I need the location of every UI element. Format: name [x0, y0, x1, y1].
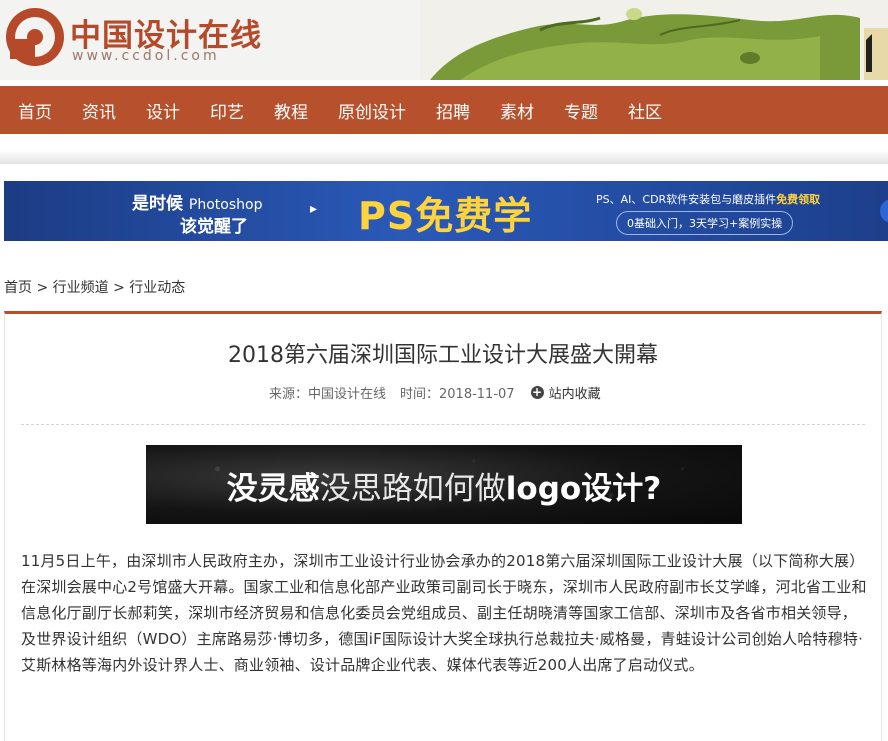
ad-text-light: 没思路如何做 [319, 471, 506, 507]
nav-item-topics[interactable]: 专题 [549, 98, 613, 123]
banner-line1-product: Photoshop [188, 197, 263, 213]
nav-item-jobs[interactable]: 招聘 [421, 98, 485, 123]
meta-divider [21, 424, 865, 425]
article-meta: 来源：中国设计在线 时间：2018-11-07 + 站内收藏 [269, 383, 601, 403]
banner-offer-desc: PS、AI、CDR软件安装包与磨皮插件 [596, 193, 777, 206]
plus-circle-icon: + [530, 385, 544, 399]
site-header: 中国设计在线 www.ccdol.com [0, 0, 888, 80]
article-container: 2018第六届深圳国际工业设计大展盛大開幕 来源：中国设计在线 时间：2018-… [4, 311, 882, 741]
nav-item-design[interactable]: 设计 [131, 98, 195, 123]
banner-line1-text: 是时候 [132, 194, 183, 214]
banner-line2: 该觉醒了 [180, 217, 248, 237]
favorite-label: 站内收藏 [548, 387, 601, 402]
logo-design-ad-image[interactable]: 没灵感没思路如何做logo设计? [146, 445, 742, 524]
breadcrumb: 首页 > 行业频道 > 行业动态 [4, 277, 185, 297]
banner-offer-highlight: 免费领取 [776, 193, 821, 206]
banner-headline: PS免费学 [358, 194, 533, 238]
main-nav: 首页 资讯 设计 印艺 教程 原创设计 招聘 素材 专题 社区 [0, 86, 888, 134]
article-body: 11月5日上午，由深圳市人民政府主办，深圳市工业设计行业协会承办的2018第六届… [21, 552, 867, 674]
article-title: 2018第六届深圳国际工业设计大展盛大開幕 [228, 343, 658, 368]
banner-line1: 是时候 Photoshop [132, 189, 262, 214]
banner-circle-icon [880, 199, 888, 223]
site-logo-icon[interactable] [4, 6, 66, 68]
nav-item-original-design[interactable]: 原创设计 [323, 98, 421, 123]
banner-course-pill: 0基础入门，3天学习+案例实操 [616, 211, 794, 235]
header-decoration-image [420, 0, 888, 80]
site-logo-url[interactable]: www.ccdol.com [72, 48, 220, 64]
favorite-button[interactable]: + 站内收藏 [530, 383, 601, 402]
article-date: 时间：2018-11-07 [400, 387, 515, 402]
nav-shadow-divider [0, 150, 888, 164]
ad-text-logo: logo设计? [505, 471, 662, 507]
breadcrumb-industry-channel[interactable]: 行业频道 [53, 280, 109, 296]
nav-item-print[interactable]: 印艺 [195, 98, 259, 123]
ad-text-bold: 没灵感 [226, 471, 320, 507]
banner-offer-text: PS、AI、CDR软件安装包与磨皮插件免费领取 [596, 191, 820, 207]
breadcrumb-separator: > [108, 280, 130, 296]
breadcrumb-industry-news[interactable]: 行业动态 [129, 280, 185, 296]
breadcrumb-separator: > [32, 280, 53, 296]
banner-arrow-icon: ▸ [310, 201, 318, 217]
nav-item-tutorial[interactable]: 教程 [259, 98, 323, 123]
breadcrumb-home[interactable]: 首页 [4, 280, 32, 296]
promo-banner[interactable]: 是时候 Photoshop 该觉醒了 ▸ PS免费学 PS、AI、CDR软件安装… [4, 181, 888, 241]
ad-headline: 没灵感没思路如何做logo设计? [146, 463, 742, 508]
nav-item-news[interactable]: 资讯 [67, 98, 131, 123]
nav-item-community[interactable]: 社区 [613, 98, 677, 123]
nav-item-materials[interactable]: 素材 [485, 98, 549, 123]
nav-item-home[interactable]: 首页 [0, 98, 67, 123]
article-source: 来源：中国设计在线 [269, 387, 387, 402]
